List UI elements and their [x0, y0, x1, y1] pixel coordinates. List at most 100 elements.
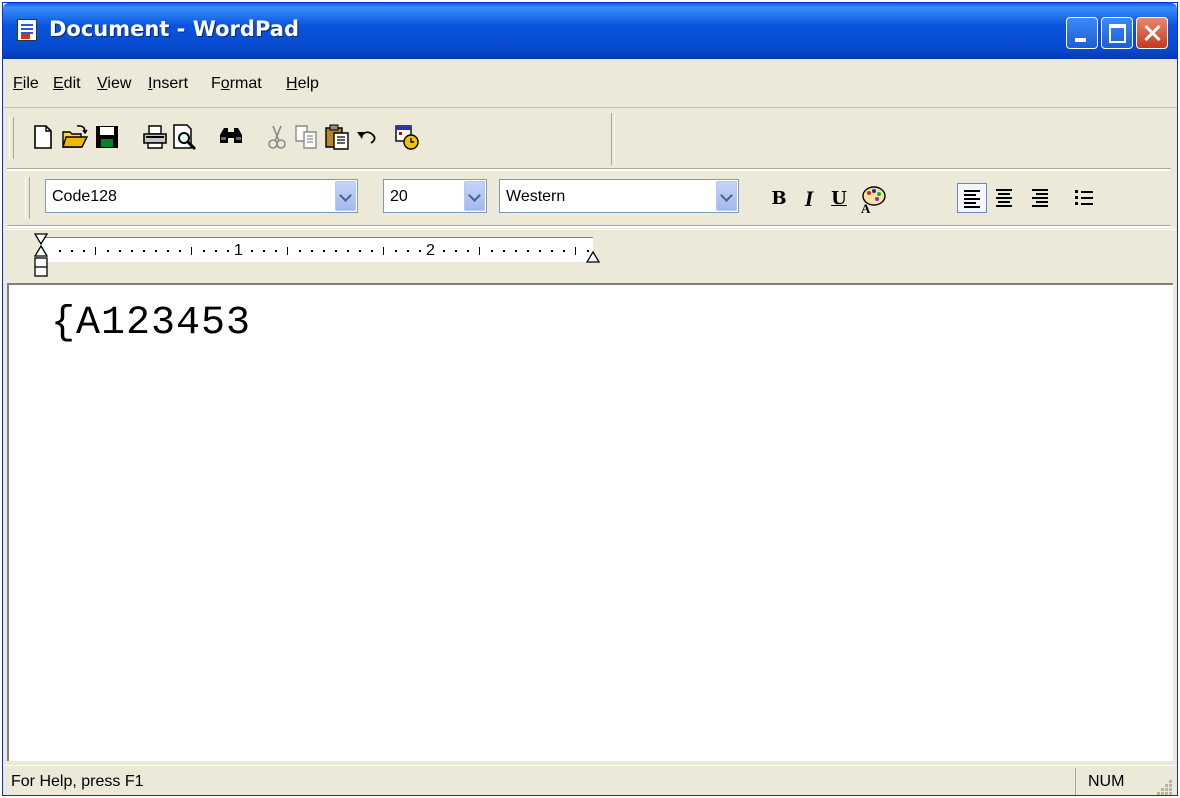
ruler-tick [371, 250, 373, 252]
color-palette-icon[interactable]: A [857, 183, 889, 215]
paste-icon[interactable] [323, 123, 351, 151]
font-size-combo[interactable]: 20 [383, 179, 487, 213]
menu-view[interactable]: View [97, 75, 131, 93]
align-center-button[interactable] [989, 183, 1019, 213]
underline-button[interactable]: U [825, 185, 853, 213]
menu-file[interactable]: File [13, 75, 39, 93]
right-indent-marker-icon[interactable] [585, 250, 601, 264]
menu-format[interactable]: Format [211, 75, 262, 93]
ruler-tick [323, 250, 325, 252]
print-preview-icon[interactable] [171, 123, 199, 151]
close-button[interactable] [1136, 17, 1168, 49]
save-disk-icon[interactable] [93, 123, 121, 151]
font-name-value: Code128 [52, 188, 117, 205]
ruler-tick [419, 250, 421, 252]
ruler-tick [395, 250, 397, 252]
ruler-ticks [59, 247, 589, 255]
ruler-tick [407, 250, 409, 252]
menu-help[interactable]: Help [286, 75, 319, 93]
menu-edit[interactable]: Edit [53, 75, 81, 93]
num-lock-indicator: NUM [1075, 768, 1137, 795]
indent-marker-icon[interactable] [33, 232, 49, 280]
ruler-label-1: 1 [234, 242, 243, 259]
chevron-down-icon[interactable] [335, 181, 356, 211]
ruler-tick [539, 250, 541, 252]
ruler-tick [107, 250, 109, 252]
ruler-tick [467, 250, 469, 252]
font-size-value: 20 [390, 188, 408, 205]
ruler-tick [167, 250, 169, 252]
format-toolbar-grip[interactable] [25, 177, 30, 219]
ruler-tick [227, 250, 229, 252]
ruler-tick [251, 250, 253, 252]
ruler-tick [503, 250, 505, 252]
band-divider [7, 225, 1171, 228]
ruler[interactable]: 1 2 [3, 229, 1177, 282]
undo-icon[interactable] [353, 123, 381, 151]
italic-button[interactable]: I [795, 185, 823, 213]
ruler-tick [359, 250, 361, 252]
ruler-tick [203, 250, 205, 252]
copy-icon[interactable] [293, 123, 321, 151]
script-combo[interactable]: Western [499, 179, 739, 213]
ruler-tick [347, 250, 349, 252]
ruler-tick [311, 250, 313, 252]
menu-bar: File Edit View Insert Format Help [3, 63, 1177, 108]
ruler-tick [83, 250, 85, 252]
ruler-tick [131, 250, 133, 252]
open-folder-icon[interactable] [61, 123, 89, 151]
resize-grip-icon[interactable] [1155, 778, 1173, 795]
ruler-tick [59, 250, 61, 252]
ruler-tick [119, 250, 121, 252]
align-left-button[interactable] [957, 183, 987, 213]
ruler-tick [443, 250, 445, 252]
print-icon[interactable] [141, 123, 169, 151]
ruler-tick [263, 250, 265, 252]
maximize-button[interactable] [1101, 17, 1133, 49]
ruler-tick [335, 250, 337, 252]
status-bar: For Help, press F1 NUM [3, 765, 1177, 795]
minimize-button[interactable] [1066, 17, 1098, 49]
align-right-button[interactable] [1025, 183, 1055, 213]
ruler-tick [71, 250, 73, 252]
format-toolbar: Code128 20 Western B I U A [3, 171, 1177, 227]
ruler-tick [299, 250, 301, 252]
chevron-down-icon[interactable] [716, 181, 737, 211]
ruler-tick [455, 250, 457, 252]
document-text[interactable]: {A123453 [51, 301, 251, 346]
ruler-tick [155, 250, 157, 252]
ruler-tick [479, 247, 480, 255]
ruler-bar[interactable]: 1 2 [39, 237, 593, 262]
ruler-tick [383, 247, 384, 255]
ruler-tick [551, 250, 553, 252]
cut-scissors-icon[interactable] [263, 123, 291, 151]
menu-insert[interactable]: Insert [148, 75, 188, 93]
insert-datetime-icon[interactable] [393, 123, 421, 151]
new-document-icon[interactable] [29, 123, 57, 151]
ruler-tick [491, 250, 493, 252]
toolbar-separator [611, 113, 615, 165]
script-value: Western [506, 188, 566, 205]
status-help-text: For Help, press F1 [11, 773, 144, 790]
font-name-combo[interactable]: Code128 [45, 179, 358, 213]
wordpad-window: Document - WordPad File Edit View Insert… [2, 2, 1178, 796]
find-binoculars-icon[interactable] [217, 123, 245, 151]
bold-button[interactable]: B [765, 185, 793, 213]
ruler-label-2: 2 [426, 242, 435, 259]
chevron-down-icon[interactable] [464, 181, 485, 211]
document-area[interactable]: {A123453 [7, 283, 1173, 761]
window-title: Document - WordPad [49, 17, 299, 41]
ruler-tick [275, 250, 277, 252]
wordpad-app-icon[interactable] [17, 19, 37, 41]
standard-toolbar [3, 109, 613, 169]
ruler-tick [95, 247, 96, 255]
ruler-tick [179, 250, 181, 252]
ruler-tick [563, 250, 565, 252]
ruler-tick [287, 247, 288, 255]
toolbar-grip[interactable] [9, 117, 14, 159]
bullets-button[interactable] [1069, 183, 1099, 213]
title-bar[interactable]: Document - WordPad [3, 3, 1177, 59]
svg-text:A: A [861, 201, 871, 215]
ruler-tick [515, 250, 517, 252]
ruler-tick [191, 247, 192, 255]
